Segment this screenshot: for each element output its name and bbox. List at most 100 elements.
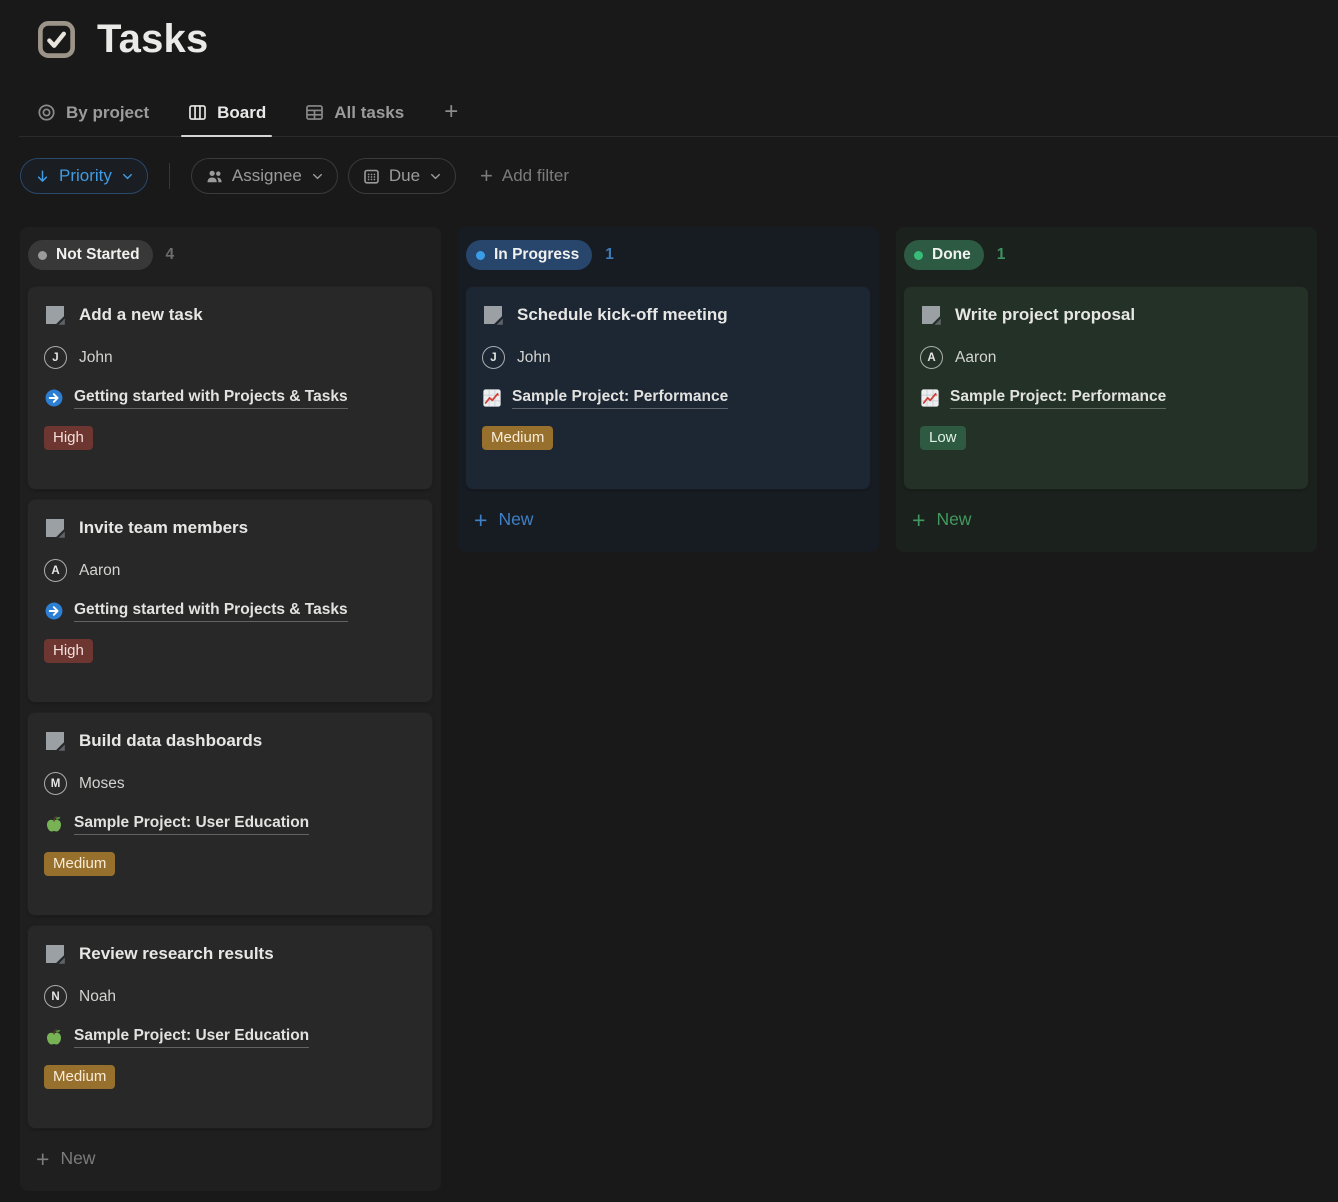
column-cards: Add a new task J John Getting started wi… [28, 287, 432, 1128]
filter-toolbar: Priority Assignee Due [20, 158, 1338, 194]
new-task-button[interactable]: + New [28, 1139, 432, 1181]
page-icon [920, 304, 942, 326]
arrow-circle-icon [44, 601, 64, 621]
project-link[interactable]: Getting started with Projects & Tasks [74, 388, 348, 409]
avatar: J [44, 346, 67, 369]
task-card[interactable]: Write project proposal A Aaron Sample Pr… [904, 287, 1308, 489]
column-count: 1 [997, 246, 1006, 264]
page-title: Tasks [97, 17, 208, 62]
project-row: Sample Project: Performance [482, 388, 854, 409]
task-card[interactable]: Review research results N Noah Sample Pr… [28, 926, 432, 1128]
project-link[interactable]: Sample Project: User Education [74, 1027, 309, 1048]
board-column-not-started: Not Started 4 Add a new task J John Gett… [20, 227, 441, 1191]
tab-label: By project [66, 103, 149, 123]
board-column-in-progress: In Progress 1 Schedule kick-off meeting … [458, 227, 879, 552]
new-task-button[interactable]: + New [904, 500, 1308, 542]
tab-label: Board [217, 103, 266, 123]
tab-board[interactable]: Board [181, 98, 272, 136]
people-icon [205, 167, 224, 186]
card-title-row: Review research results [44, 943, 416, 965]
filter-due-button[interactable]: Due [348, 158, 456, 194]
assignee-row: A Aaron [44, 559, 416, 582]
plus-icon: + [36, 1149, 49, 1169]
status-pill[interactable]: In Progress [466, 240, 592, 270]
card-title: Build data dashboards [79, 731, 262, 751]
card-title-row: Write project proposal [920, 304, 1292, 326]
filter-label: Due [389, 166, 420, 186]
task-card[interactable]: Add a new task J John Getting started wi… [28, 287, 432, 489]
project-icon-slot [482, 388, 502, 408]
project-icon-slot [44, 814, 64, 834]
card-title-row: Build data dashboards [44, 730, 416, 752]
column-count: 4 [166, 246, 175, 264]
project-link[interactable]: Getting started with Projects & Tasks [74, 601, 348, 622]
new-task-label: New [498, 509, 533, 530]
chevron-down-icon [311, 170, 324, 183]
project-row: Sample Project: Performance [920, 388, 1292, 409]
task-card[interactable]: Build data dashboards M Moses Sample Pro… [28, 713, 432, 915]
assignee-name: John [517, 349, 551, 367]
project-row: Sample Project: User Education [44, 1027, 416, 1048]
avatar: J [482, 346, 505, 369]
sort-label: Priority [59, 166, 112, 186]
status-pill[interactable]: Done [904, 240, 984, 270]
tab-all-tasks[interactable]: All tasks [298, 98, 410, 136]
assignee-name: Aaron [79, 562, 120, 580]
column-header: Done 1 [904, 239, 1308, 270]
toolbar-divider [169, 163, 170, 189]
column-count: 1 [605, 246, 614, 264]
status-dot-icon [38, 251, 47, 260]
page-icon [44, 517, 66, 539]
assignee-name: John [79, 349, 113, 367]
avatar: N [44, 985, 67, 1008]
board: Not Started 4 Add a new task J John Gett… [0, 227, 1338, 1191]
add-filter-label: Add filter [502, 166, 569, 186]
card-title: Review research results [79, 944, 274, 964]
project-row: Sample Project: User Education [44, 814, 416, 835]
project-link[interactable]: Sample Project: Performance [950, 388, 1166, 409]
plus-icon: + [474, 510, 487, 530]
assignee-row: A Aaron [920, 346, 1292, 369]
avatar: A [920, 346, 943, 369]
new-task-button[interactable]: + New [466, 500, 870, 542]
chevron-down-icon [429, 170, 442, 183]
filter-assignee-button[interactable]: Assignee [191, 158, 338, 194]
page-icon [44, 730, 66, 752]
chart-increasing-icon [482, 388, 502, 408]
assignee-row: J John [44, 346, 416, 369]
avatar: M [44, 772, 67, 795]
arrow-circle-icon [44, 388, 64, 408]
priority-badge: Medium [44, 852, 115, 876]
project-link[interactable]: Sample Project: User Education [74, 814, 309, 835]
column-cards: Write project proposal A Aaron Sample Pr… [904, 287, 1308, 489]
tab-by-project[interactable]: By project [30, 98, 155, 136]
chevron-down-icon [121, 170, 134, 183]
sort-priority-button[interactable]: Priority [20, 158, 148, 194]
add-view-button[interactable]: + [436, 100, 466, 136]
page-icon [482, 304, 504, 326]
task-card[interactable]: Invite team members A Aaron Getting star… [28, 500, 432, 702]
assignee-row: J John [482, 346, 854, 369]
page-icon [44, 943, 66, 965]
priority-badge: Medium [44, 1065, 115, 1089]
card-title: Schedule kick-off meeting [517, 305, 728, 325]
column-cards: Schedule kick-off meeting J John Sample … [466, 287, 870, 489]
chart-increasing-icon [920, 388, 940, 408]
project-icon-slot [920, 388, 940, 408]
project-icon-slot [44, 1027, 64, 1047]
priority-badge: High [44, 426, 93, 450]
assignee-name: Noah [79, 988, 116, 1006]
task-card[interactable]: Schedule kick-off meeting J John Sample … [466, 287, 870, 489]
project-icon-slot [44, 601, 64, 621]
assignee-row: N Noah [44, 985, 416, 1008]
priority-badge: Medium [482, 426, 553, 450]
view-tabs: By project Board All tasks + [19, 92, 1338, 137]
green-apple-icon [44, 1027, 64, 1047]
project-link[interactable]: Sample Project: Performance [512, 388, 728, 409]
add-filter-button[interactable]: + Add filter [480, 166, 569, 186]
page-icon [44, 304, 66, 326]
plus-icon: + [912, 510, 925, 530]
arrow-down-icon [34, 168, 51, 185]
status-pill[interactable]: Not Started [28, 240, 153, 270]
plus-icon: + [480, 166, 493, 186]
